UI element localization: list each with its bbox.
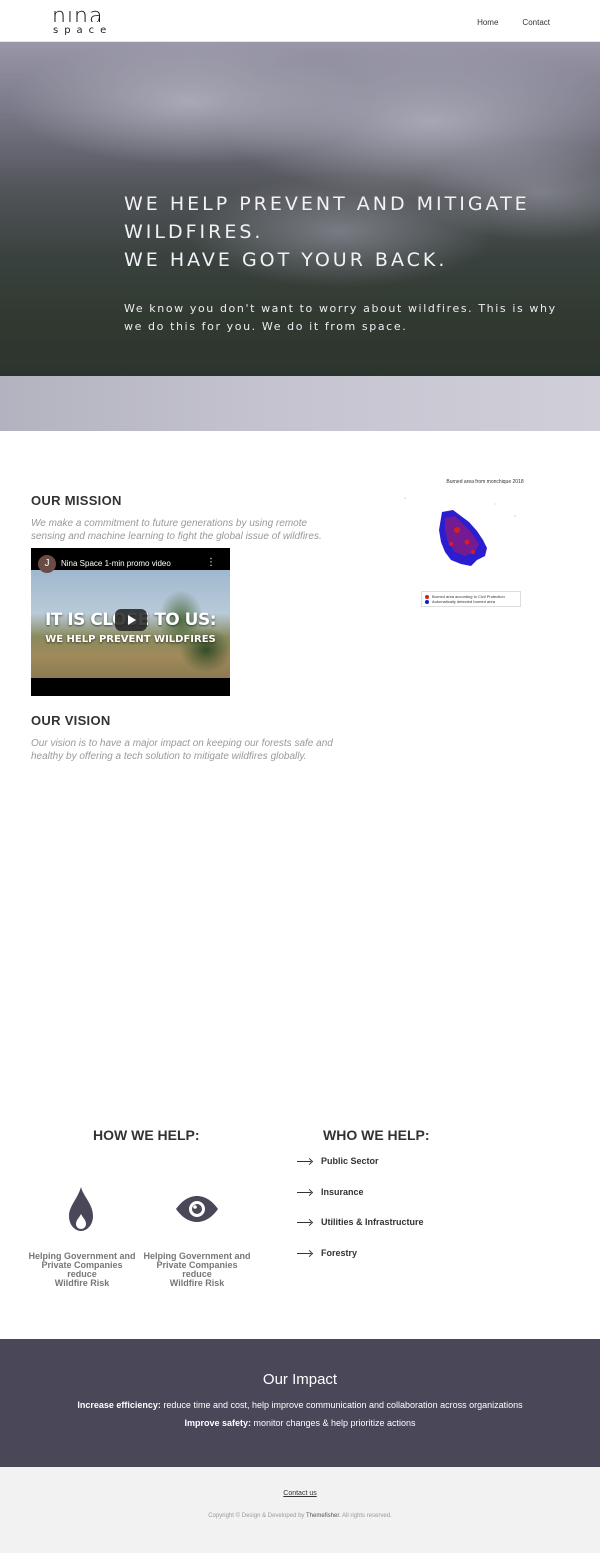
more-options-icon[interactable]: ⋮: [206, 557, 216, 568]
hero-title-line1: WE HELP PREVENT AND MITIGATE WILDFIRES.: [124, 193, 530, 243]
logo[interactable]: nina space: [52, 8, 122, 38]
impact-efficiency-text: reduce time and cost, help improve commu…: [160, 1400, 523, 1410]
who-item-public-sector: Public Sector: [297, 1156, 379, 1166]
impact-safety-text: monitor changes & help prioritize action…: [250, 1418, 416, 1428]
hero-subtitle: We know you don't want to worry about wi…: [124, 302, 557, 333]
how-label-line: Wildfire Risk: [54, 1278, 110, 1288]
nav-contact-link[interactable]: Contact: [522, 18, 550, 27]
video-title[interactable]: Nina Space 1-min promo video: [61, 559, 171, 568]
who-we-help-title: WHO WE HELP:: [323, 1127, 430, 1143]
how-label-line: Wildfire Risk: [169, 1278, 225, 1288]
copyright-text: Copyright © Design & Developed by Themef…: [0, 1513, 600, 1519]
video-overlay-subline: WE HELP PREVENT WILDFIRES: [45, 634, 216, 645]
hero-title-line2: WE HAVE GOT YOUR BACK.: [124, 249, 448, 271]
impact-efficiency: Increase efficiency: reduce time and cos…: [0, 1400, 600, 1410]
copyright-suffix: . All rights reserved.: [339, 1513, 392, 1519]
logo-wordmark: nina: [52, 8, 104, 22]
nav-home-link[interactable]: Home: [477, 18, 498, 27]
who-item-utilities: Utilities & Infrastructure: [297, 1217, 424, 1227]
site-footer: Contact us Copyright © Design & Develope…: [0, 1467, 600, 1553]
map-legend: Burned area according to Civil Protectio…: [421, 591, 521, 607]
arrow-right-icon: [297, 1160, 311, 1162]
eye-icon: [176, 1196, 218, 1222]
hero-banner: WE HELP PREVENT AND MITIGATE WILDFIRES. …: [0, 42, 600, 376]
themefisher-link[interactable]: Themefisher: [306, 1513, 339, 1519]
legend-label: Automatically detected burned area: [432, 599, 495, 604]
who-item-forestry: Forestry: [297, 1248, 357, 1258]
mission-text: We make a commitment to future generatio…: [31, 518, 322, 542]
how-item-label: Helping Government and Private Companies…: [27, 1252, 137, 1288]
logo-subtext: space: [53, 25, 113, 36]
impact-section: Our Impact Increase efficiency: reduce t…: [0, 1339, 600, 1467]
who-item-insurance: Insurance: [297, 1187, 364, 1197]
how-label-line: Private Companies reduce: [156, 1260, 238, 1279]
mission-title: OUR MISSION: [31, 493, 122, 508]
who-item-label: Public Sector: [321, 1156, 379, 1166]
arrow-right-icon: [297, 1252, 311, 1254]
copyright-prefix: Copyright © Design & Developed by: [208, 1513, 306, 1519]
how-we-help-title: HOW WE HELP:: [93, 1127, 200, 1143]
burned-area-shape: [404, 497, 516, 566]
play-button[interactable]: [115, 609, 147, 631]
hero-divider-band: [0, 376, 600, 431]
arrow-right-icon: [297, 1221, 311, 1223]
who-item-label: Insurance: [321, 1187, 364, 1197]
legend-dot-red: [425, 594, 429, 599]
who-item-label: Forestry: [321, 1248, 358, 1258]
impact-safety-label: Improve safety:: [184, 1418, 251, 1428]
legend-item: Automatically detected burned area: [425, 599, 517, 604]
how-label-line: Private Companies reduce: [41, 1260, 123, 1279]
channel-avatar[interactable]: J: [38, 555, 56, 573]
vision-text: Our vision is to have a major impact on …: [31, 738, 333, 762]
fire-icon: [69, 1187, 93, 1231]
who-item-label: Utilities & Infrastructure: [321, 1217, 424, 1227]
how-item-label: Helping Government and Private Companies…: [142, 1252, 252, 1288]
arrow-right-icon: [297, 1191, 311, 1193]
footer-contact-link[interactable]: Contact us: [0, 1490, 600, 1497]
map-caption: Burned area from monchique 2018: [446, 479, 524, 485]
impact-safety: Improve safety: monitor changes & help p…: [0, 1418, 600, 1428]
impact-efficiency-label: Increase efficiency:: [77, 1400, 161, 1410]
main-nav: Home Contact: [477, 18, 550, 27]
legend-dot-blue: [425, 599, 429, 604]
burned-area-map: Burned area from monchique 2018 Burned a…: [385, 476, 535, 611]
impact-title: Our Impact: [262, 1371, 338, 1388]
vision-title: OUR VISION: [31, 713, 111, 728]
promo-video-player[interactable]: J Nina Space 1-min promo video ⋮ IT IS C…: [31, 548, 230, 696]
hero-title: WE HELP PREVENT AND MITIGATE WILDFIRES. …: [124, 190, 564, 274]
site-header: nina space Home Contact: [0, 0, 600, 42]
